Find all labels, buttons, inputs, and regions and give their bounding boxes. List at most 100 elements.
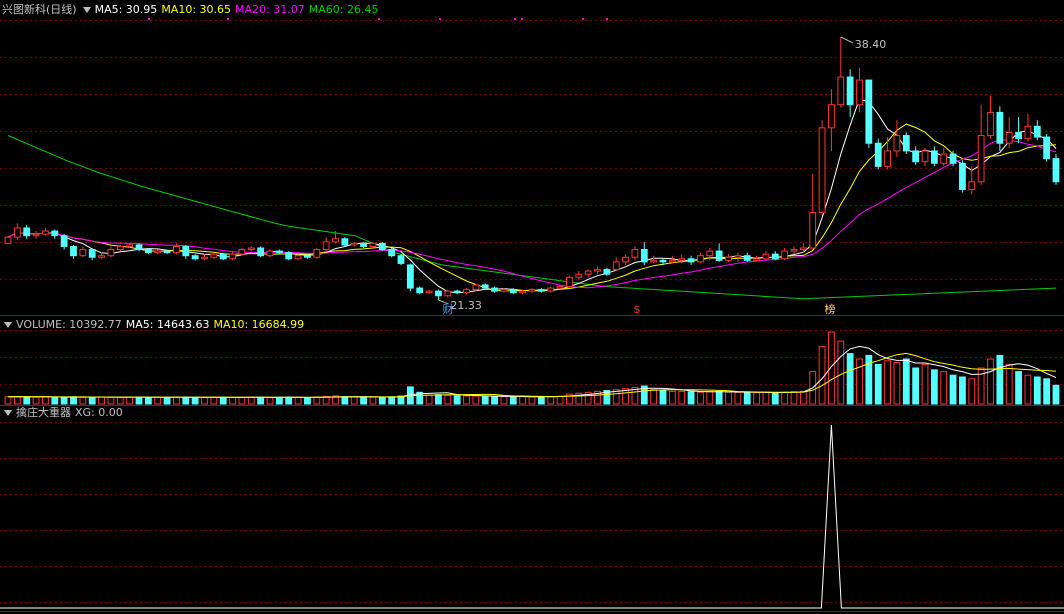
- volume-bar: [509, 396, 517, 405]
- candle-body: [425, 290, 433, 294]
- chevron-down-icon[interactable]: [82, 6, 91, 13]
- volume-bar: [968, 378, 976, 405]
- volume-ma5-value: MA5: 14643.63: [125, 318, 210, 331]
- volume-bar: [940, 371, 948, 405]
- volume-bar: [4, 396, 12, 405]
- candle-body: [902, 135, 910, 152]
- candle-body: [799, 247, 807, 251]
- volume-bar: [996, 354, 1004, 405]
- high-price-label: 38.40: [855, 38, 887, 51]
- candle-body: [949, 153, 957, 164]
- candle-body: [631, 249, 639, 258]
- volume-value: VOLUME: 10392.77: [16, 318, 122, 331]
- volume-bar: [154, 396, 162, 405]
- candle-body: [500, 289, 508, 292]
- ma60-value: MA60: 26.45: [308, 3, 379, 16]
- candle-body: [584, 270, 592, 275]
- volume-bar: [79, 396, 87, 405]
- volume-bar: [463, 395, 470, 405]
- signal-dot: [521, 18, 523, 20]
- ma20-value: MA20: 31.07: [235, 3, 305, 16]
- volume-bar: [472, 395, 480, 405]
- chevron-down-icon[interactable]: [4, 321, 12, 328]
- candle-body: [79, 249, 87, 257]
- candle-body: [959, 162, 966, 190]
- candle-body: [23, 227, 31, 237]
- volume-bar: [547, 395, 555, 405]
- signal-dot: [378, 18, 380, 20]
- candle-body: [818, 127, 826, 214]
- candle-body: [388, 249, 396, 257]
- volume-bar: [294, 396, 302, 405]
- candle-body: [771, 253, 779, 260]
- candle-body: [238, 249, 246, 255]
- candle-body: [678, 258, 686, 261]
- candle-body: [790, 249, 798, 252]
- volume-bar: [135, 396, 143, 405]
- signal-dot: [227, 18, 229, 20]
- candle-body: [659, 259, 667, 263]
- volume-bar: [425, 394, 433, 405]
- volume-bar: [687, 391, 695, 405]
- volume-bar: [771, 391, 779, 405]
- candle-body: [463, 289, 470, 294]
- candle-body: [144, 249, 152, 254]
- xg-value: XG: 0.00: [75, 406, 123, 419]
- candle-body: [725, 256, 732, 261]
- candle-body: [219, 253, 227, 260]
- candle-body: [481, 284, 489, 289]
- volume-bar: [790, 391, 798, 405]
- grid-lines: [0, 20, 1064, 603]
- candle-body: [98, 255, 105, 258]
- candle-body: [70, 245, 77, 257]
- volume-bar: [201, 397, 208, 405]
- stock-chart[interactable]: 38.40 21.33财 $ 榜: [0, 0, 1064, 614]
- candle-body: [846, 76, 854, 106]
- chevron-down-icon[interactable]: [4, 409, 12, 416]
- volume-bar: [1043, 378, 1051, 405]
- candle-body: [1052, 158, 1060, 183]
- indicator-name[interactable]: 擒庄大重器: [16, 406, 71, 419]
- volume-bar: [837, 340, 845, 405]
- candle-body: [266, 250, 274, 257]
- price-panel-header: 兴图新科(日线) MA5: 30.95 MA10: 30.65 MA20: 31.07…: [2, 3, 382, 17]
- candle-body: [528, 289, 536, 292]
- candle-body: [163, 250, 171, 254]
- volume-bar: [659, 390, 667, 405]
- candle-body: [968, 181, 976, 190]
- candle-body: [350, 242, 358, 246]
- candle-body: [444, 290, 452, 297]
- event-marker: 榜: [825, 302, 836, 316]
- candle-body: [191, 255, 199, 260]
- volume-bar: [725, 391, 732, 405]
- ma20-line: [7, 139, 1057, 289]
- candle-body: [884, 150, 891, 167]
- volume-bar: [893, 362, 901, 405]
- candle-body: [397, 255, 405, 264]
- period-label: (日线): [46, 3, 77, 16]
- candle-body: [135, 244, 143, 251]
- signal-dot: [606, 18, 608, 20]
- volume-bar: [275, 396, 283, 405]
- volume-bar: [556, 395, 564, 405]
- candle-body: [594, 269, 601, 272]
- ma60-curve: [7, 135, 1057, 300]
- volume-bar: [32, 396, 40, 405]
- stock-name[interactable]: 兴图新科: [2, 3, 46, 16]
- candle-body: [453, 290, 461, 294]
- volume-bar: [846, 353, 854, 405]
- candle-body: [856, 79, 863, 106]
- candle-body: [294, 255, 302, 260]
- volume-bar: [874, 363, 882, 405]
- volume-bar: [921, 363, 929, 405]
- candle-body: [612, 261, 620, 271]
- candle-body: [1024, 125, 1032, 140]
- candle-body: [977, 135, 985, 183]
- candle-body: [416, 287, 424, 294]
- volume-bar: [818, 345, 826, 405]
- volume-bar: [23, 396, 31, 405]
- volume-bar: [60, 396, 68, 405]
- candle-body: [762, 253, 770, 260]
- volume-bar: [238, 396, 246, 405]
- volume-bar: [912, 367, 920, 405]
